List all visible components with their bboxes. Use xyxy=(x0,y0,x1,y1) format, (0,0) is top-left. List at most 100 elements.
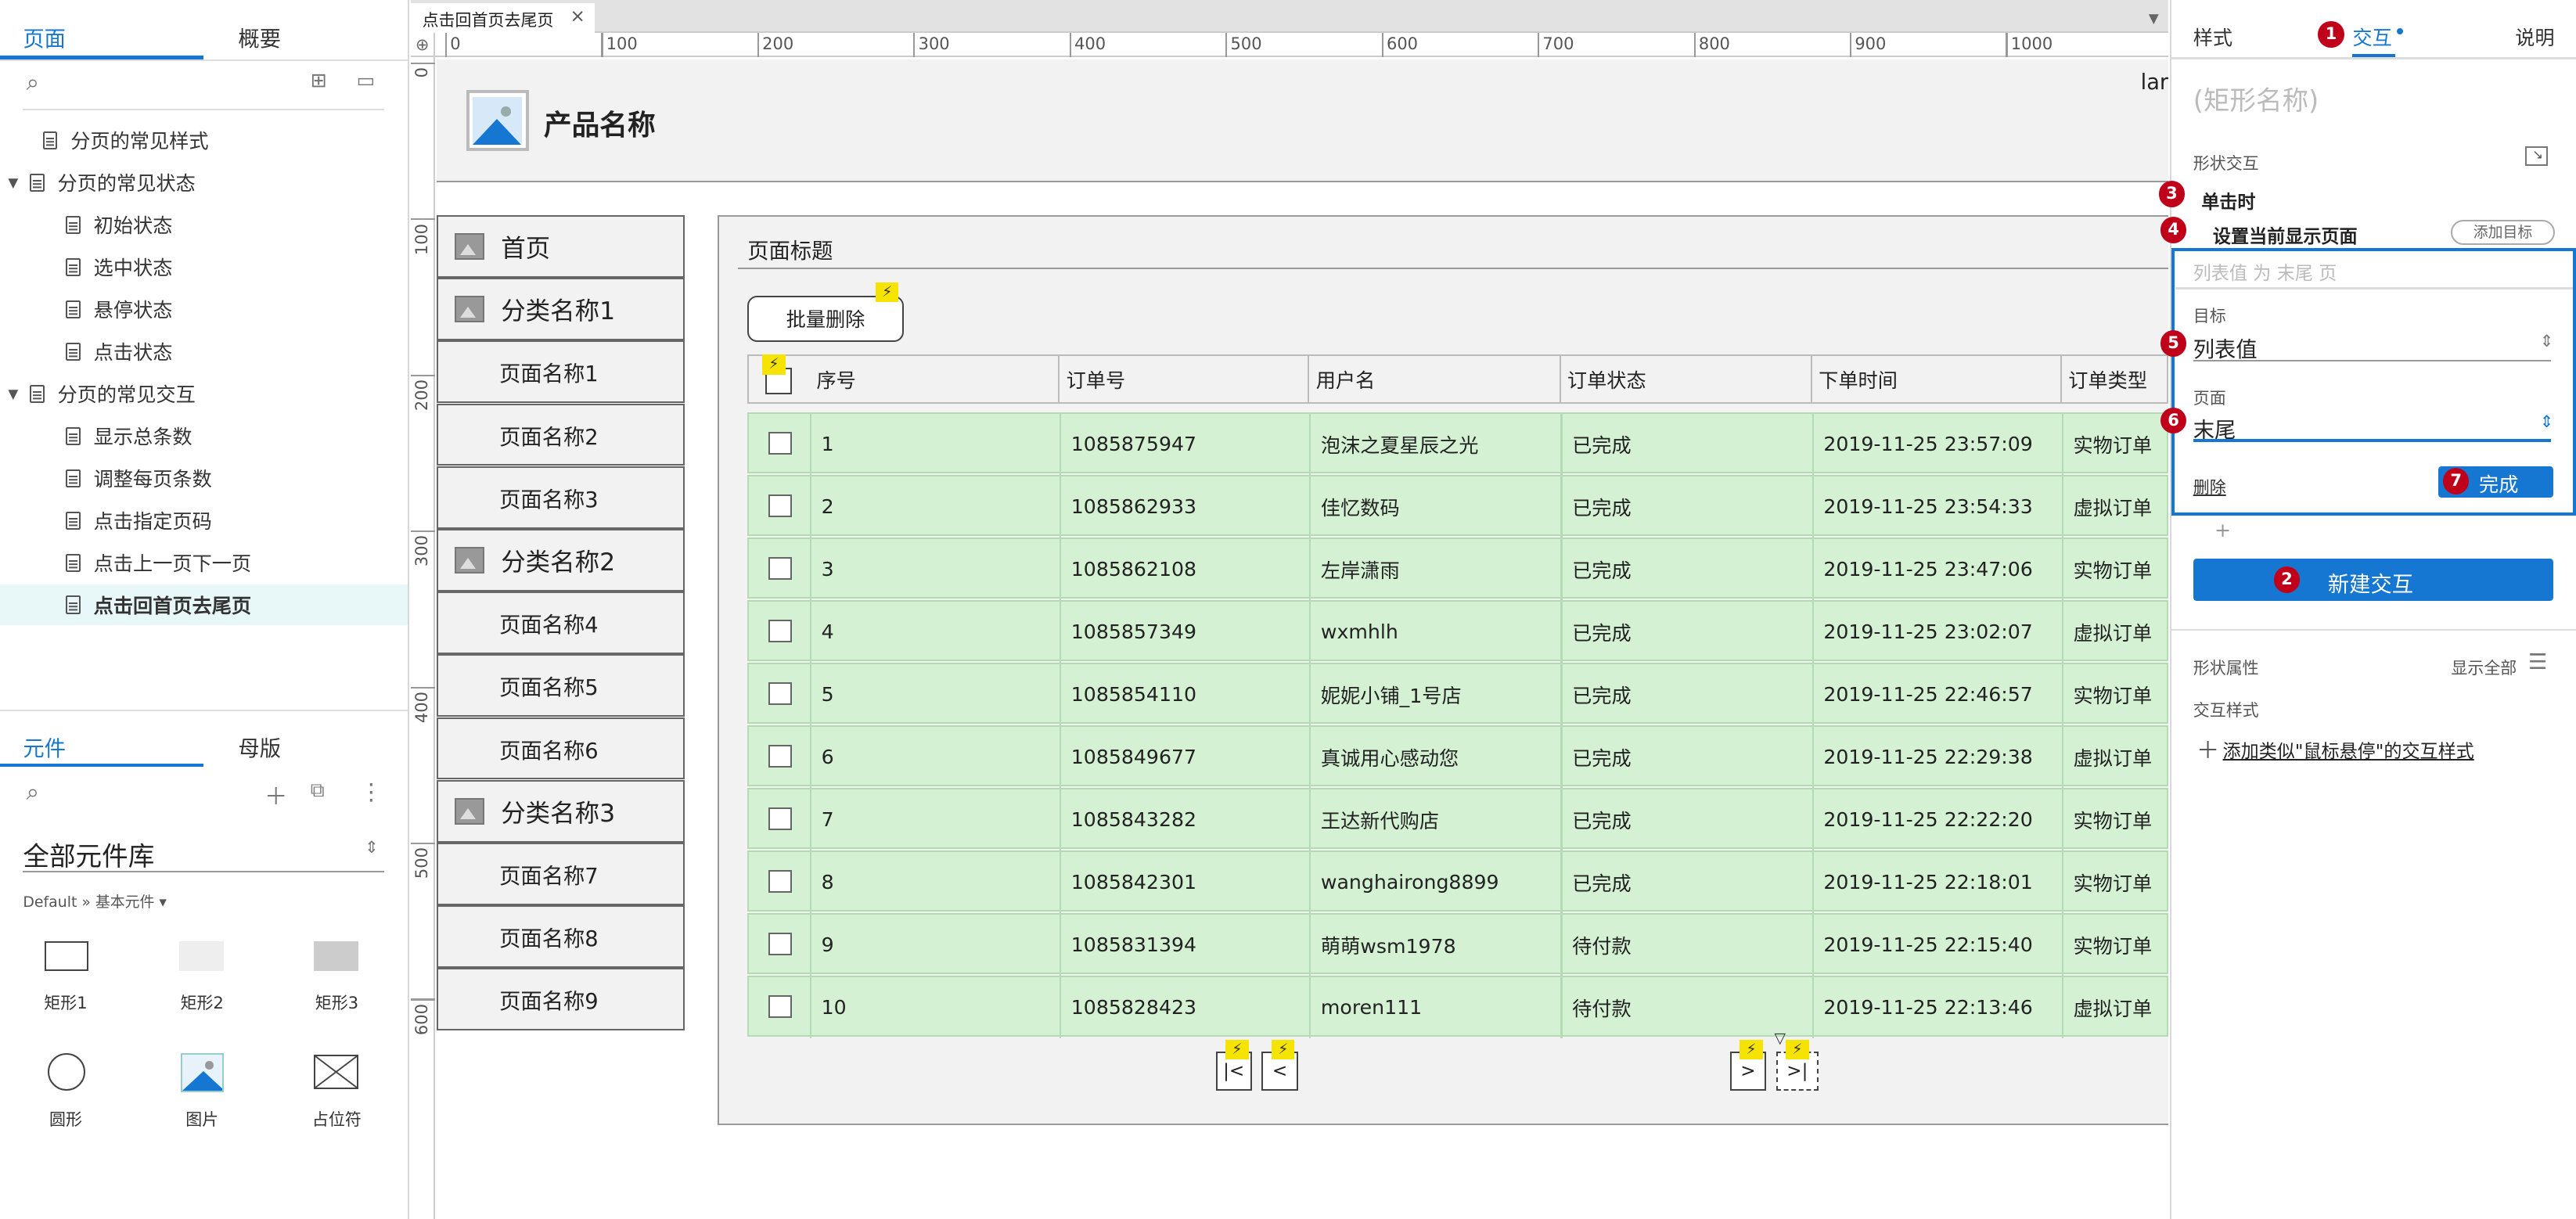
nav-item[interactable]: 页面名称5 xyxy=(437,654,685,717)
nav-item[interactable]: 页面名称7 xyxy=(437,843,685,905)
add-library-icon[interactable]: ＋ xyxy=(264,779,287,811)
placeholder-thumb[interactable] xyxy=(314,1054,358,1089)
event-onclick[interactable]: 单击时 xyxy=(2201,187,2255,214)
tab-widgets[interactable]: 元件 xyxy=(23,731,66,762)
chevron-down-icon[interactable]: ▼ xyxy=(2149,10,2159,26)
search-icon[interactable]: ⌕ xyxy=(27,69,39,96)
tree-item[interactable]: 点击状态 xyxy=(0,331,408,372)
table-row[interactable]: 1 1085875947 泡沫之夏星辰之光 已完成 2019-11-25 23:57:0… xyxy=(747,412,2169,475)
show-all-link[interactable]: 显示全部 xyxy=(2451,656,2517,679)
add-target-button[interactable]: 添加目标 xyxy=(2451,220,2555,245)
nav-item[interactable]: 页面名称9 xyxy=(437,968,685,1031)
tab-interactions[interactable]: 交互 xyxy=(2352,23,2391,51)
circle-thumb[interactable] xyxy=(47,1052,86,1091)
column-header[interactable]: 订单号 xyxy=(1060,354,1310,405)
chevron-updown-icon[interactable]: ⇕ xyxy=(2540,332,2554,351)
tree-item[interactable]: 点击上一页下一页 xyxy=(0,542,408,583)
add-hover-style-link[interactable]: 添加类似"鼠标悬停"的交互样式 xyxy=(2223,736,2474,763)
chevron-updown-icon[interactable]: ⇕ xyxy=(365,838,379,857)
nav-item[interactable]: 首页 xyxy=(437,215,685,278)
table-row[interactable]: 2 1085862933 佳忆数码 已完成 2019-11-25 23:54:33 虚拟订… xyxy=(747,474,2169,538)
nav-item[interactable]: 分类名称2 xyxy=(437,529,685,592)
tab-notes[interactable]: 说明 xyxy=(2515,23,2554,51)
row-checkbox[interactable] xyxy=(768,432,792,455)
row-checkbox[interactable] xyxy=(768,620,792,643)
tab-pages[interactable]: 页面 xyxy=(23,21,66,52)
chevron-updown-icon[interactable]: ⇕ xyxy=(2540,412,2554,431)
close-icon[interactable]: × xyxy=(570,6,585,27)
row-checkbox[interactable] xyxy=(768,932,792,956)
tree-item[interactable]: 初始状态 xyxy=(0,204,408,245)
nav-item[interactable]: 分类名称3 xyxy=(437,779,685,843)
table-row[interactable]: 8 1085842301 wanghairong8899 已完成 2019-11-25 … xyxy=(747,850,2169,913)
tree-item[interactable]: 显示总条数 xyxy=(0,415,408,456)
cell-divider xyxy=(2061,851,2063,913)
image-thumb[interactable] xyxy=(180,1052,224,1093)
row-checkbox[interactable] xyxy=(768,994,792,1019)
action-set-page[interactable]: 设置当前显示页面 xyxy=(2213,221,2358,248)
row-checkbox[interactable] xyxy=(768,745,792,768)
column-header[interactable]: 下单时间 xyxy=(1812,354,2062,405)
tab-masters[interactable]: 母版 xyxy=(238,731,281,762)
table-row[interactable]: 7 1085843282 王达新代购店 已完成 2019-11-25 22:22:20 实… xyxy=(747,787,2169,850)
menu-icon[interactable]: ☰ xyxy=(2528,650,2547,674)
folder-icon[interactable]: ▭ xyxy=(357,69,376,92)
more-icon[interactable]: ⋮ xyxy=(360,779,383,805)
column-header[interactable]: 序号 xyxy=(810,354,1060,405)
row-checkbox[interactable] xyxy=(768,557,792,581)
tree-item[interactable]: 点击指定页码 xyxy=(0,500,408,541)
cell-divider xyxy=(1060,413,1062,475)
table-row[interactable]: 6 1085849677 真诚用心感动您 已完成 2019-11-25 22:29:38… xyxy=(747,725,2169,788)
library-select[interactable]: 全部元件库 xyxy=(23,835,154,873)
tree-item[interactable]: 调整每页条数 xyxy=(0,458,408,498)
logo-image[interactable] xyxy=(466,90,529,152)
row-checkbox[interactable] xyxy=(768,682,792,706)
column-header[interactable]: 订单状态 xyxy=(1561,354,1812,405)
add-page-icon[interactable]: ⊞ xyxy=(311,69,327,92)
table-row[interactable]: 10 1085828423 moren111 待付款 2019-11-25 22:13:… xyxy=(747,975,2169,1038)
search-icon[interactable]: ⌕ xyxy=(27,779,39,806)
copy-icon[interactable]: ⧉ xyxy=(311,779,325,803)
rect3-thumb[interactable] xyxy=(314,941,358,971)
nav-item[interactable]: 页面名称3 xyxy=(437,466,685,529)
tree-item[interactable]: 分页的常见样式 xyxy=(0,120,408,160)
rect2-thumb[interactable] xyxy=(178,941,224,971)
row-checkbox[interactable] xyxy=(768,870,792,894)
nav-item[interactable]: 页面名称6 xyxy=(437,717,685,780)
batch-delete-button[interactable]: 批量删除 xyxy=(747,295,904,342)
target-select[interactable]: 列表值 xyxy=(2193,332,2258,363)
tab-outline[interactable]: 概要 xyxy=(238,21,281,52)
table-row[interactable]: 5 1085854110 妮妮小铺_1号店 已完成 2019-11-25 22:46:5… xyxy=(747,662,2169,725)
tree-item[interactable]: 悬停状态 xyxy=(0,289,408,329)
rect1-thumb[interactable] xyxy=(44,941,89,971)
library-source[interactable]: Default » 基本元件 ▾ xyxy=(23,890,167,912)
delete-link[interactable]: 删除 xyxy=(2193,475,2226,498)
tab-style[interactable]: 样式 xyxy=(2193,23,2232,51)
tree-item[interactable]: ▼ 分页的常见交互 xyxy=(0,373,408,414)
document-tab[interactable]: 点击回首页去尾页 × xyxy=(410,3,595,33)
column-header[interactable]: 用户名 xyxy=(1309,354,1561,405)
nav-item[interactable]: 页面名称1 xyxy=(437,340,685,404)
nav-item[interactable]: 页面名称2 xyxy=(437,403,685,466)
tree-item[interactable]: 点击回首页去尾页 xyxy=(0,584,408,626)
nav-item[interactable]: 分类名称1 xyxy=(437,278,685,340)
column-header[interactable]: 订单类型 xyxy=(2062,354,2169,405)
table-row[interactable]: 9 1085831394 萌萌wsm1978 待付款 2019-11-25 22:15:… xyxy=(747,912,2169,976)
expand-triangle-icon[interactable]: ▼ xyxy=(3,386,23,401)
add-icon[interactable]: + xyxy=(2214,519,2231,541)
tree-item[interactable]: ▼ 分页的常见状态 xyxy=(0,162,408,203)
nav-item[interactable]: 页面名称8 xyxy=(437,905,685,968)
nav-item[interactable]: 页面名称4 xyxy=(437,592,685,654)
new-interaction-button[interactable]: 新建交互 xyxy=(2193,558,2553,602)
row-checkbox[interactable] xyxy=(768,807,792,831)
row-checkbox[interactable] xyxy=(768,494,792,518)
anchor-marker-icon: ▽ xyxy=(1774,1030,1786,1048)
ruler-label: 600 xyxy=(1386,34,1419,54)
expand-icon[interactable]: ↘ xyxy=(2524,146,2549,167)
shape-name-input[interactable]: (矩形名称) xyxy=(2193,79,2319,117)
add-icon[interactable]: ＋ xyxy=(2196,732,2219,765)
table-row[interactable]: 4 1085857349 wxmhlh 已完成 2019-11-25 23:02:07 虚… xyxy=(747,599,2169,663)
tree-item[interactable]: 选中状态 xyxy=(0,246,408,287)
table-row[interactable]: 3 1085862108 左岸潇雨 已完成 2019-11-25 23:47:06 实物订… xyxy=(747,537,2169,600)
expand-triangle-icon[interactable]: ▼ xyxy=(3,174,23,190)
